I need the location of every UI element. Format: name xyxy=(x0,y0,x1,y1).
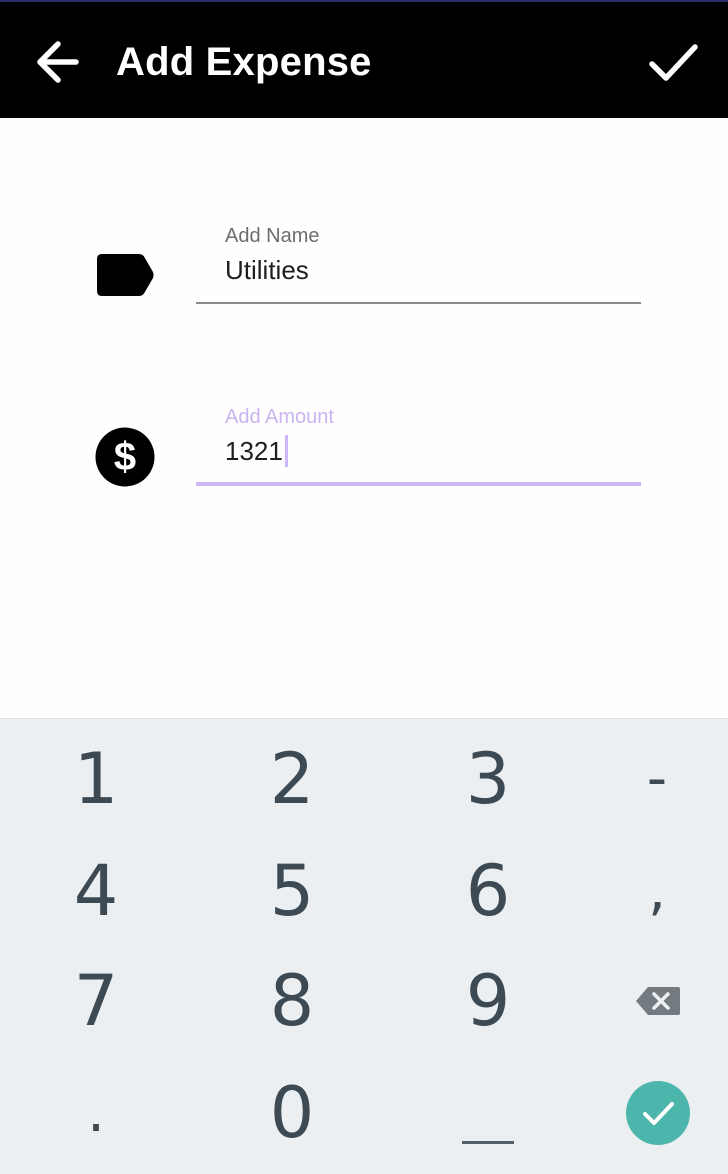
name-field-underline xyxy=(196,302,641,304)
amount-input-wrap[interactable]: 1321 xyxy=(225,435,288,467)
app-bar: Add Expense xyxy=(0,0,728,118)
amount-field-label: Add Amount xyxy=(225,406,334,428)
key-0[interactable]: 0 xyxy=(201,1057,383,1169)
svg-text:$: $ xyxy=(114,435,136,479)
arrow-left-icon xyxy=(37,41,79,83)
key-period[interactable]: . xyxy=(5,1057,187,1169)
text-cursor xyxy=(284,435,288,467)
backspace-icon[interactable] xyxy=(634,985,682,1017)
key-7[interactable]: 7 xyxy=(5,945,187,1057)
key-5[interactable]: 5 xyxy=(201,835,383,947)
tag-icon xyxy=(97,254,154,296)
name-input[interactable]: Utilities xyxy=(225,254,309,286)
numeric-keyboard: 1 2 3 - 4 5 6 , 7 8 9 . 0 xyxy=(0,718,728,1174)
dollar-circle-icon: $ xyxy=(95,427,155,487)
key-minus[interactable]: - xyxy=(566,723,728,835)
confirm-button[interactable] xyxy=(640,32,706,92)
check-circle-icon[interactable] xyxy=(626,1081,690,1145)
key-1[interactable]: 1 xyxy=(5,723,187,835)
key-6[interactable]: 6 xyxy=(397,835,579,947)
key-9[interactable]: 9 xyxy=(397,945,579,1057)
key-3[interactable]: 3 xyxy=(397,723,579,835)
back-button[interactable] xyxy=(28,32,88,92)
name-field[interactable]: Add Name Utilities xyxy=(196,224,641,308)
key-8[interactable]: 8 xyxy=(201,945,383,1057)
amount-input[interactable]: 1321 xyxy=(225,436,283,466)
amount-field[interactable]: Add Amount 1321 xyxy=(196,404,641,488)
check-icon xyxy=(649,44,698,81)
key-4[interactable]: 4 xyxy=(5,835,187,947)
key-comma[interactable]: , xyxy=(566,835,728,947)
amount-field-underline xyxy=(196,482,641,486)
page-title: Add Expense xyxy=(116,40,372,84)
key-2[interactable]: 2 xyxy=(201,723,383,835)
space-bar-icon[interactable] xyxy=(460,1137,516,1147)
name-field-label: Add Name xyxy=(225,225,320,247)
